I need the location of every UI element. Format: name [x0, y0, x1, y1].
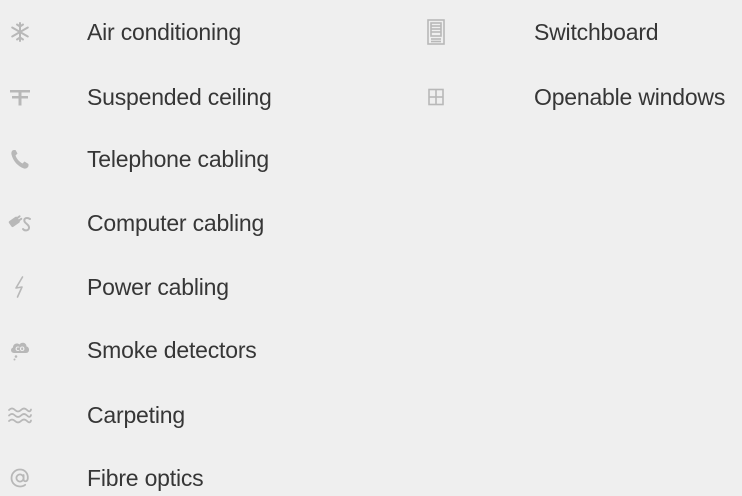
- feature-label: Telephone cabling: [87, 146, 270, 172]
- computer-cable-icon: [8, 207, 32, 239]
- feature-label: Smoke detectors: [87, 337, 257, 363]
- feature-label: Switchboard: [534, 19, 659, 45]
- feature-label: Power cabling: [87, 274, 229, 300]
- feature-label: Carpeting: [87, 402, 185, 428]
- snowflake-icon: [8, 16, 32, 48]
- feature-label: Fibre optics: [87, 465, 204, 491]
- feature-label: Suspended ceiling: [87, 84, 272, 110]
- suspended-ceiling-icon: [8, 81, 32, 113]
- lightning-icon: [8, 271, 32, 303]
- feature-label: Air conditioning: [87, 19, 242, 45]
- feature-label: Openable windows: [534, 84, 726, 110]
- window-icon: [424, 81, 448, 113]
- svg-text:CO: CO: [15, 346, 25, 353]
- carpet-icon: [8, 399, 32, 431]
- telephone-icon: [8, 143, 32, 175]
- feature-label: Computer cabling: [87, 210, 265, 236]
- at-sign-icon: [8, 462, 32, 494]
- switchboard-icon: [424, 16, 448, 48]
- smoke-detector-icon: CO: [8, 334, 32, 366]
- features-list: Air conditioning Suspended ceiling Telep…: [0, 0, 742, 496]
